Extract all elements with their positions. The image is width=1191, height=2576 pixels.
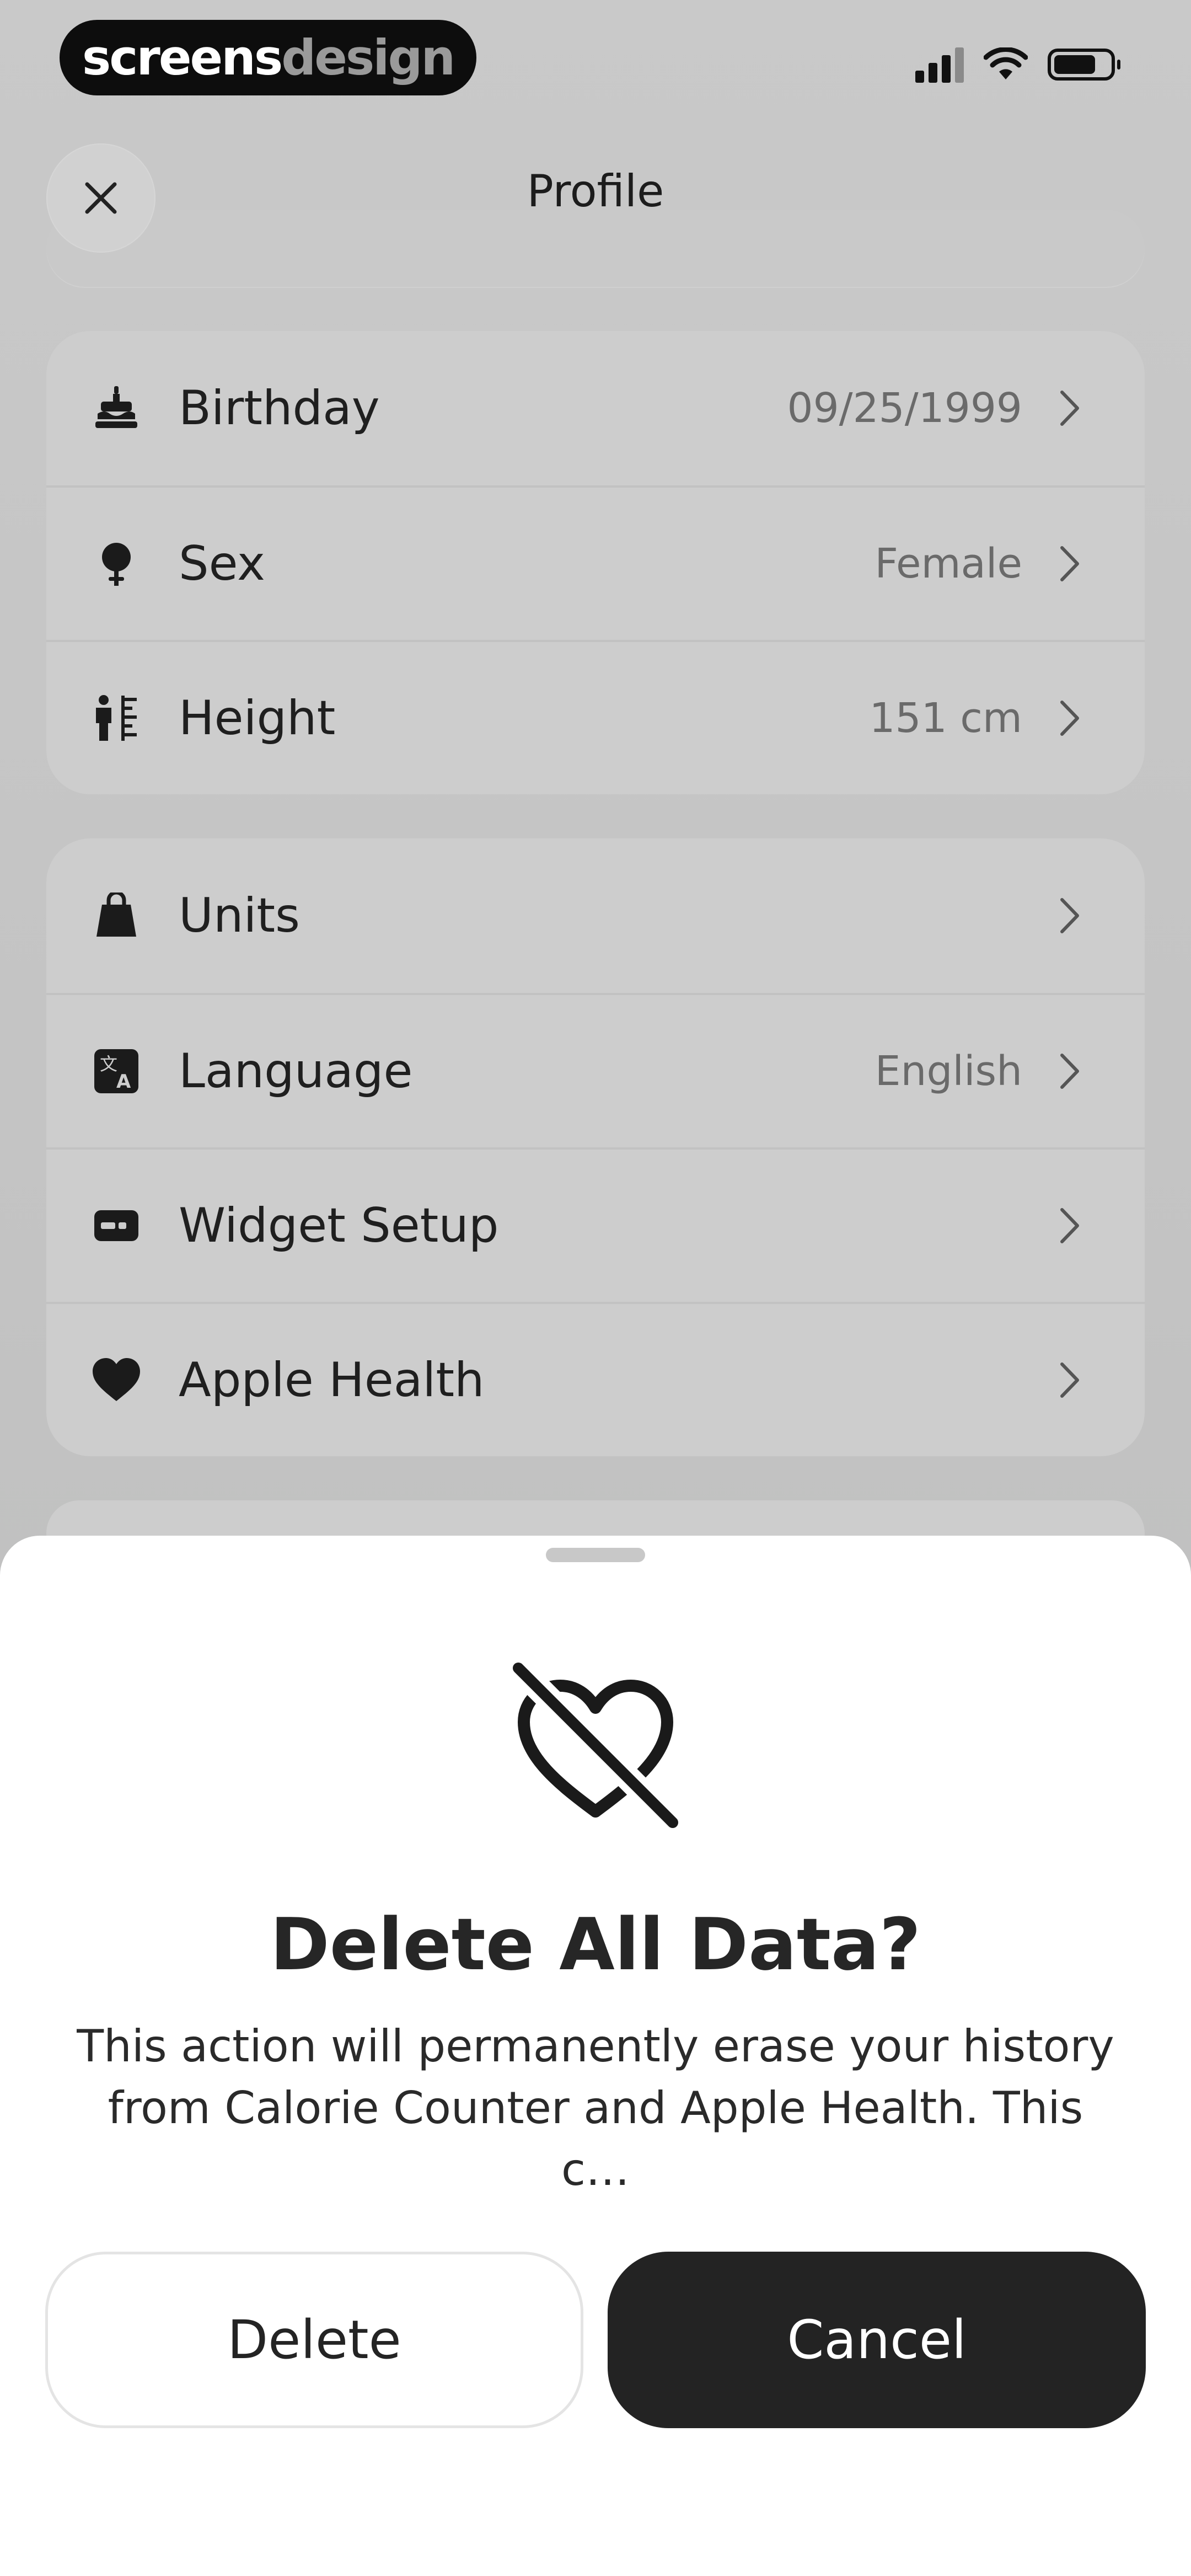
sheet-title: Delete All Data? (270, 1902, 921, 1986)
brand-logo-part2: design (281, 29, 455, 86)
brand-logo-part1: screens (82, 29, 283, 86)
birthday-label: Birthday (179, 381, 380, 436)
language-row[interactable]: 文 A Language English (46, 993, 1145, 1147)
birthday-row[interactable]: Birthday 09/25/1999 (46, 331, 1145, 485)
sex-value: Female (875, 540, 1022, 587)
weight-icon (92, 891, 141, 940)
female-icon (92, 539, 141, 589)
chevron-right-icon (1059, 891, 1090, 940)
delete-button[interactable]: Delete (45, 2252, 583, 2428)
chevron-right-icon (1059, 1046, 1090, 1096)
widget-icon (92, 1201, 141, 1250)
heart-icon (92, 1355, 141, 1405)
chevron-right-icon (1059, 1355, 1090, 1405)
status-icons (915, 46, 1120, 83)
page-title: Profile (527, 165, 664, 217)
widget-setup-row[interactable]: Widget Setup (46, 1147, 1145, 1302)
chevron-right-icon (1059, 693, 1090, 743)
sheet-message: This action will permanently erase your … (77, 2021, 1114, 2195)
sheet-grabber[interactable] (546, 1548, 645, 1562)
screen: screens design Profile Birthday 09/25/19… (0, 0, 1191, 2576)
profile-card: Birthday 09/25/1999 Sex Female Height 15… (46, 331, 1145, 794)
height-label: Height (179, 691, 336, 746)
language-value: English (875, 1047, 1022, 1095)
sex-row[interactable]: Sex Female (46, 485, 1145, 640)
chevron-right-icon (1059, 1201, 1090, 1250)
language-label: Language (179, 1044, 413, 1099)
wifi-icon (984, 47, 1028, 79)
cake-icon (92, 383, 141, 433)
svg-text:文: 文 (100, 1054, 117, 1075)
settings-card: Units 文 A Language English Widget Setup … (46, 838, 1145, 1456)
brand-logo: screens design (60, 20, 476, 95)
birthday-value: 09/25/1999 (787, 384, 1022, 432)
translate-icon: 文 A (92, 1046, 141, 1096)
chevron-right-icon (1059, 383, 1090, 433)
units-label: Units (179, 888, 300, 943)
chevron-right-icon (1059, 539, 1090, 589)
apple-health-label: Apple Health (179, 1353, 485, 1408)
previous-card-edge (46, 210, 1145, 287)
cancel-button[interactable]: Cancel (608, 2252, 1146, 2428)
height-value: 151 cm (869, 694, 1022, 742)
battery-icon (1048, 49, 1120, 81)
apple-health-row[interactable]: Apple Health (46, 1302, 1145, 1456)
height-row[interactable]: Height 151 cm (46, 640, 1145, 794)
signal-icon (915, 46, 964, 83)
heart-off-icon (507, 1657, 684, 1834)
delete-data-sheet: Delete All Data? This action will perman… (0, 1536, 1191, 2576)
height-icon (92, 693, 141, 743)
units-row[interactable]: Units (46, 838, 1145, 993)
sex-label: Sex (179, 536, 265, 591)
svg-text:A: A (116, 1071, 131, 1093)
widget-setup-label: Widget Setup (179, 1198, 499, 1253)
